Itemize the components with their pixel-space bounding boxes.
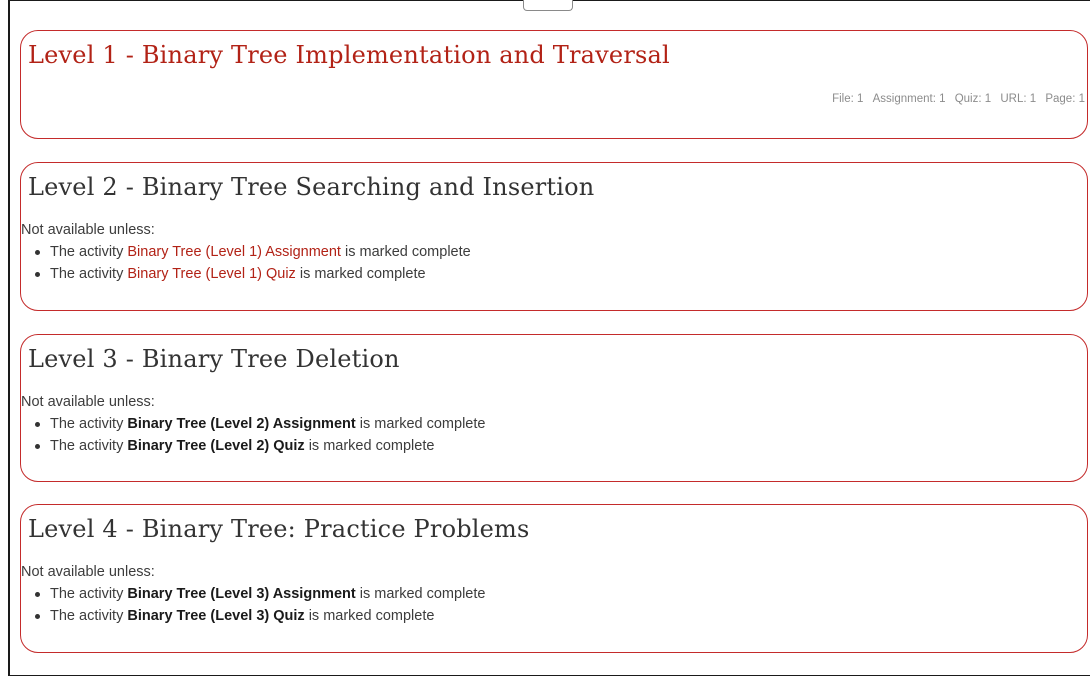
availability-restriction: Not available unless: The activity Binar… [21,563,485,627]
bullet-icon [35,422,40,427]
condition-suffix: is marked complete [359,586,486,602]
condition-prefix: The activity [50,586,124,602]
course-section-level-2: Level 2 - Binary Tree Searching and Inse… [20,162,1088,311]
section-activity-summary: File: 1 Assignment: 1 Quiz: 1 URL: 1 Pag… [826,93,1085,105]
bullet-icon [35,592,40,597]
activity-link-level-1-assignment[interactable]: Binary Tree (Level 1) Assignment [127,244,341,260]
restriction-condition: The activity Binary Tree (Level 3) Quiz … [30,605,485,627]
section-title-level-3: Level 3 - Binary Tree Deletion [28,345,400,373]
condition-prefix: The activity [50,244,124,260]
activity-link-level-1-quiz[interactable]: Binary Tree (Level 1) Quiz [127,266,295,282]
activity-name-level-3-assignment: Binary Tree (Level 3) Assignment [127,586,356,602]
bullet-icon [35,250,40,255]
section-title-level-4: Level 4 - Binary Tree: Practice Problems [28,515,530,543]
condition-suffix: is marked complete [308,438,435,454]
bullet-icon [35,272,40,277]
condition-suffix: is marked complete [359,416,486,432]
section-title-level-1[interactable]: Level 1 - Binary Tree Implementation and… [28,41,670,69]
restriction-condition: The activity Binary Tree (Level 1) Quiz … [30,263,471,285]
course-section-level-4: Level 4 - Binary Tree: Practice Problems… [20,504,1088,653]
condition-prefix: The activity [50,608,124,624]
drawer-toggle-tab[interactable] [523,0,573,11]
restriction-intro: Not available unless: [21,394,155,410]
summary-files: File: 1 [832,93,864,105]
restriction-conditions: The activity Binary Tree (Level 3) Assig… [21,583,485,627]
restriction-condition: The activity Binary Tree (Level 3) Assig… [30,583,485,605]
activity-name-level-3-quiz: Binary Tree (Level 3) Quiz [127,608,305,624]
condition-prefix: The activity [50,416,124,432]
summary-urls: URL: 1 [1000,93,1037,105]
condition-suffix: is marked complete [299,266,426,282]
restriction-intro: Not available unless: [21,222,155,238]
availability-restriction: Not available unless: The activity Binar… [21,393,485,457]
summary-quizzes: Quiz: 1 [954,93,992,105]
bullet-icon [35,444,40,449]
restriction-condition: The activity Binary Tree (Level 2) Assig… [30,413,485,435]
availability-restriction: Not available unless: The activity Binar… [21,221,471,285]
course-section-level-1: Level 1 - Binary Tree Implementation and… [20,30,1088,139]
section-title-level-2: Level 2 - Binary Tree Searching and Inse… [28,173,595,201]
restriction-conditions: The activity Binary Tree (Level 1) Assig… [21,241,471,285]
restriction-condition: The activity Binary Tree (Level 2) Quiz … [30,435,485,457]
condition-prefix: The activity [50,438,124,454]
restriction-conditions: The activity Binary Tree (Level 2) Assig… [21,413,485,457]
condition-prefix: The activity [50,266,124,282]
condition-suffix: is marked complete [308,608,435,624]
course-section-level-3: Level 3 - Binary Tree Deletion Not avail… [20,334,1088,482]
activity-name-level-2-assignment: Binary Tree (Level 2) Assignment [127,416,356,432]
bullet-icon [35,614,40,619]
restriction-intro: Not available unless: [21,564,155,580]
condition-suffix: is marked complete [344,244,471,260]
summary-assignments: Assignment: 1 [872,93,946,105]
activity-name-level-2-quiz: Binary Tree (Level 2) Quiz [127,438,305,454]
summary-pages: Page: 1 [1045,93,1085,105]
restriction-condition: The activity Binary Tree (Level 1) Assig… [30,241,471,263]
